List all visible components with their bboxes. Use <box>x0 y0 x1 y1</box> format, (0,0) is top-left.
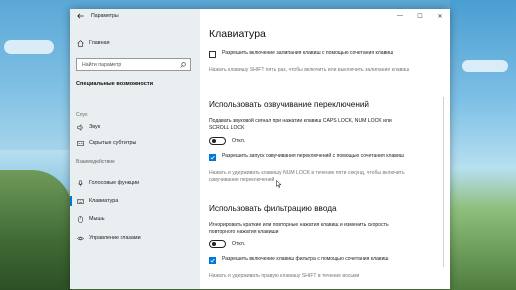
main-content: — ☐ ✕ Клавиатура Разрешить включение зал… <box>200 9 450 289</box>
search-icon <box>180 62 186 70</box>
back-button[interactable] <box>73 9 87 23</box>
toggle-state-label: Откл. <box>232 138 246 144</box>
checkbox-label: Разрешить включение залипания клавиш с п… <box>222 50 394 56</box>
minimize-button[interactable]: — <box>390 9 410 23</box>
filter-keys-shortcut-checkbox[interactable] <box>209 256 216 264</box>
sidebar-item-label: Клавиатура <box>89 198 119 204</box>
group-label-interaction: Взаимодействие <box>76 159 115 165</box>
sidebar-item-eye-control[interactable]: Управление глазами <box>76 233 141 243</box>
filter-keys-hint: Нажать и удерживать правую клавишу SHIFT… <box>209 273 360 279</box>
sidebar-item-label: Мышь <box>89 216 105 222</box>
toggle-keys-shortcut-checkbox-row[interactable]: Разрешить запуск озвучивания переключени… <box>209 153 422 161</box>
sidebar: Параметры Главная Найти параметр Специал… <box>70 9 200 289</box>
toggle-knob <box>211 242 216 247</box>
sidebar-item-captions[interactable]: Скрытые субтитры <box>76 138 136 148</box>
sidebar-item-label: Управление глазами <box>89 235 141 241</box>
close-button[interactable]: ✕ <box>430 9 450 23</box>
desktop-background-hill <box>0 170 72 290</box>
speaker-icon <box>76 123 84 131</box>
sidebar-item-sound[interactable]: Звук <box>76 122 100 132</box>
toggle-keys-shortcut-checkbox[interactable] <box>209 153 216 161</box>
filter-keys-description: Игнорировать краткие или повторные нажат… <box>209 222 389 236</box>
checkmark-icon <box>210 258 215 262</box>
sidebar-item-speech[interactable]: Голосовые функции <box>76 178 139 188</box>
toggle-keys-description: Подавать звуковой сигнал при нажатии кла… <box>209 118 392 132</box>
sidebar-item-keyboard[interactable]: Клавиатура <box>70 196 119 206</box>
sticky-keys-description: Нажать клавишу SHIFT пять раз, чтобы вкл… <box>209 67 410 73</box>
mouse-icon <box>76 215 84 223</box>
window-controls: — ☐ ✕ <box>390 9 450 23</box>
group-label-hearing: Слух <box>76 112 88 118</box>
microphone-icon <box>76 179 84 187</box>
settings-window: Параметры Главная Найти параметр Специал… <box>70 9 450 289</box>
window-title: Параметры <box>91 13 119 19</box>
mouse-cursor-icon <box>276 175 282 193</box>
checkbox-label: Разрешить запуск озвучивания переключени… <box>222 153 404 159</box>
page-title: Клавиатура <box>209 28 266 40</box>
desktop-background-cloud <box>462 60 508 72</box>
search-input[interactable]: Найти параметр <box>76 58 191 71</box>
filter-keys-switch-row[interactable]: Откл. <box>209 240 245 248</box>
sidebar-item-label: Скрытые субтитры <box>89 140 137 146</box>
maximize-button[interactable]: ☐ <box>410 9 430 23</box>
toggle-keys-heading: Использовать озвучивание переключений <box>209 100 370 109</box>
sidebar-item-home[interactable]: Главная <box>76 39 110 47</box>
title-bar: Параметры <box>70 9 200 23</box>
sidebar-item-mouse[interactable]: Мышь <box>76 214 105 224</box>
toggle-keys-switch[interactable] <box>209 137 226 145</box>
sticky-keys-shortcut-checkbox[interactable] <box>209 50 216 58</box>
toggle-state-label: Откл. <box>232 241 246 247</box>
eye-icon <box>76 234 84 242</box>
desktop-background-cloud <box>4 40 54 54</box>
sticky-keys-shortcut-checkbox-row[interactable]: Разрешить включение залипания клавиш с п… <box>209 50 422 58</box>
scrollbar[interactable] <box>442 97 444 267</box>
checkbox-label: Разрешить включение клавиш фильтра с пом… <box>222 256 389 262</box>
toggle-keys-switch-row[interactable]: Откл. <box>209 137 245 145</box>
captions-icon <box>76 139 84 147</box>
back-arrow-icon <box>76 13 83 19</box>
sidebar-item-label: Голосовые функции <box>89 180 140 186</box>
filter-keys-shortcut-checkbox-row[interactable]: Разрешить включение клавиш фильтра с пом… <box>209 256 422 264</box>
filter-keys-heading: Использовать фильтрацию ввода <box>209 204 337 213</box>
search-placeholder: Найти параметр <box>82 61 122 68</box>
filter-keys-switch[interactable] <box>209 240 226 248</box>
toggle-knob <box>211 139 216 144</box>
toggle-keys-hint: Нажать и удерживать клавишу NUM LOCK в т… <box>209 170 405 184</box>
desktop-background-right <box>450 0 516 290</box>
home-icon <box>76 39 84 47</box>
sidebar-item-label: Главная <box>89 40 110 46</box>
sidebar-item-label: Звук <box>89 124 101 130</box>
checkmark-icon <box>210 155 215 159</box>
sidebar-section-title: Специальные возможности <box>76 81 154 87</box>
keyboard-icon <box>76 197 84 205</box>
